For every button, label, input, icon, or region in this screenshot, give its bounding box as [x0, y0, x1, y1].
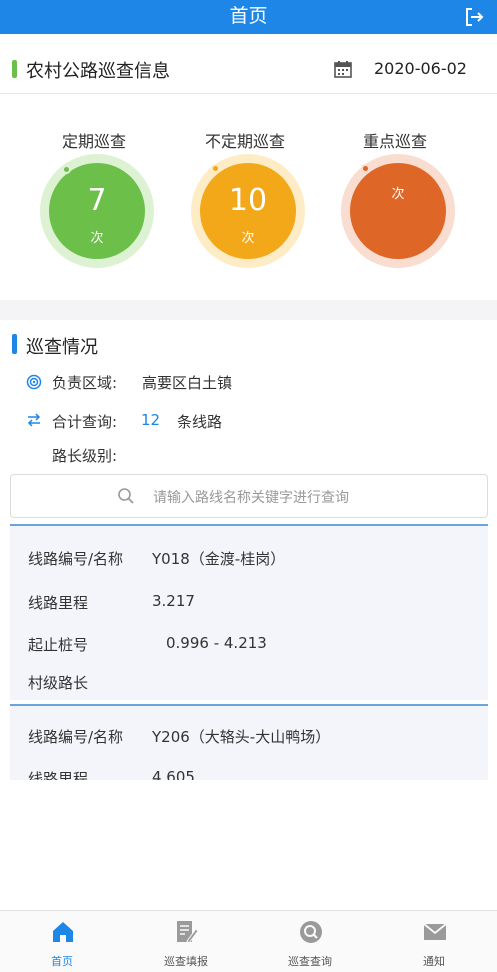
stat-ring: 7 次 — [40, 154, 154, 268]
info-title: 农村公路巡查信息 — [26, 61, 170, 82]
route-code-value: Y206（大辂头-大山鸭场） — [152, 728, 331, 746]
total-count: 12 — [141, 411, 161, 429]
calendar-icon[interactable] — [334, 60, 352, 78]
page-title: 首页 — [229, 5, 268, 27]
area-label: 负责区域: — [52, 374, 118, 392]
bottom-nav: 首页 巡查填报 巡查查询 通知 — [0, 910, 497, 972]
route-card[interactable]: 线路编号/名称 Y018（金渡-桂岗） 线路里程 3.217 起止桩号 0.99… — [10, 524, 488, 700]
route-stake-label: 起止桩号 — [28, 636, 89, 654]
swap-arrows-icon — [27, 413, 41, 427]
stat-key[interactable]: 重点巡查 次 — [320, 96, 470, 296]
logout-icon[interactable] — [463, 6, 485, 28]
stat-disc: 7 次 — [49, 163, 145, 259]
stat-label: 重点巡查 — [362, 132, 427, 151]
section-divider — [0, 300, 497, 320]
search-query-icon — [300, 921, 322, 943]
route-card[interactable]: 线路编号/名称 Y206（大辂头-大山鸭场） 线路里程 4.605 — [10, 704, 488, 780]
route-stake-value: 0.996 - 4.213 — [166, 634, 267, 652]
inspection-info-bar: 农村公路巡查信息 2020-06-02 — [0, 46, 497, 94]
inspection-section-title: 巡查情况 — [26, 337, 98, 358]
stat-disc: 10 次 — [200, 163, 296, 259]
ring-dot — [361, 164, 370, 173]
route-mileage-label: 线路里程 — [28, 594, 89, 612]
ring-dot — [211, 164, 220, 173]
stat-unit: 次 — [90, 231, 104, 246]
stat-count: 10 — [228, 183, 268, 218]
route-search-box[interactable]: 请输入路线名称关键字进行查询 — [10, 474, 488, 518]
info-date[interactable]: 2020-06-02 — [374, 59, 467, 78]
total-label: 合计查询: — [52, 413, 118, 431]
stat-label: 定期巡查 — [61, 132, 126, 151]
search-icon — [118, 488, 134, 504]
nav-notice[interactable]: 通知 — [372, 911, 496, 972]
stat-unit: 次 — [391, 187, 405, 202]
route-code-value: Y018（金渡-桂岗） — [152, 550, 286, 568]
stat-ring: 10 次 — [191, 154, 305, 268]
nav-label: 通知 — [423, 955, 445, 968]
stats-panel: 定期巡查 7 次 不定期巡查 10 次 重点巡查 次 — [0, 96, 497, 298]
route-mileage-label: 线路里程 — [28, 770, 89, 780]
stat-ring: 次 — [341, 154, 455, 268]
section-marker — [12, 334, 17, 354]
total-unit: 条线路 — [177, 413, 223, 431]
stat-irregular[interactable]: 不定期巡查 10 次 — [170, 96, 320, 296]
nav-label: 巡查查询 — [288, 955, 332, 968]
app-header: 首页 — [0, 0, 497, 34]
ring-dot — [62, 165, 71, 174]
edit-report-icon — [177, 921, 199, 944]
stat-unit: 次 — [241, 231, 255, 246]
section-marker — [12, 60, 17, 78]
nav-home[interactable]: 首页 — [0, 911, 124, 972]
route-code-label: 线路编号/名称 — [28, 550, 124, 568]
home-icon — [53, 922, 73, 942]
nav-report[interactable]: 巡查填报 — [124, 911, 248, 972]
nav-label: 首页 — [51, 955, 73, 968]
nav-query[interactable]: 巡查查询 — [248, 911, 372, 972]
search-placeholder: 请输入路线名称关键字进行查询 — [153, 490, 349, 506]
stat-count: 7 — [87, 183, 107, 218]
route-level-label: 村级路长 — [28, 674, 89, 692]
route-code-label: 线路编号/名称 — [28, 728, 124, 746]
area-value: 高要区白土镇 — [142, 374, 233, 392]
nav-label: 巡查填报 — [164, 955, 208, 968]
stat-label: 不定期巡查 — [204, 132, 285, 151]
route-mileage-value: 4.605 — [152, 768, 195, 780]
area-target-icon — [26, 374, 42, 390]
mail-icon — [423, 923, 447, 940]
route-mileage-value: 3.217 — [152, 592, 195, 610]
level-label: 路长级别: — [52, 447, 118, 465]
stat-regular[interactable]: 定期巡查 7 次 — [19, 96, 169, 296]
stat-disc: 次 — [350, 163, 446, 259]
